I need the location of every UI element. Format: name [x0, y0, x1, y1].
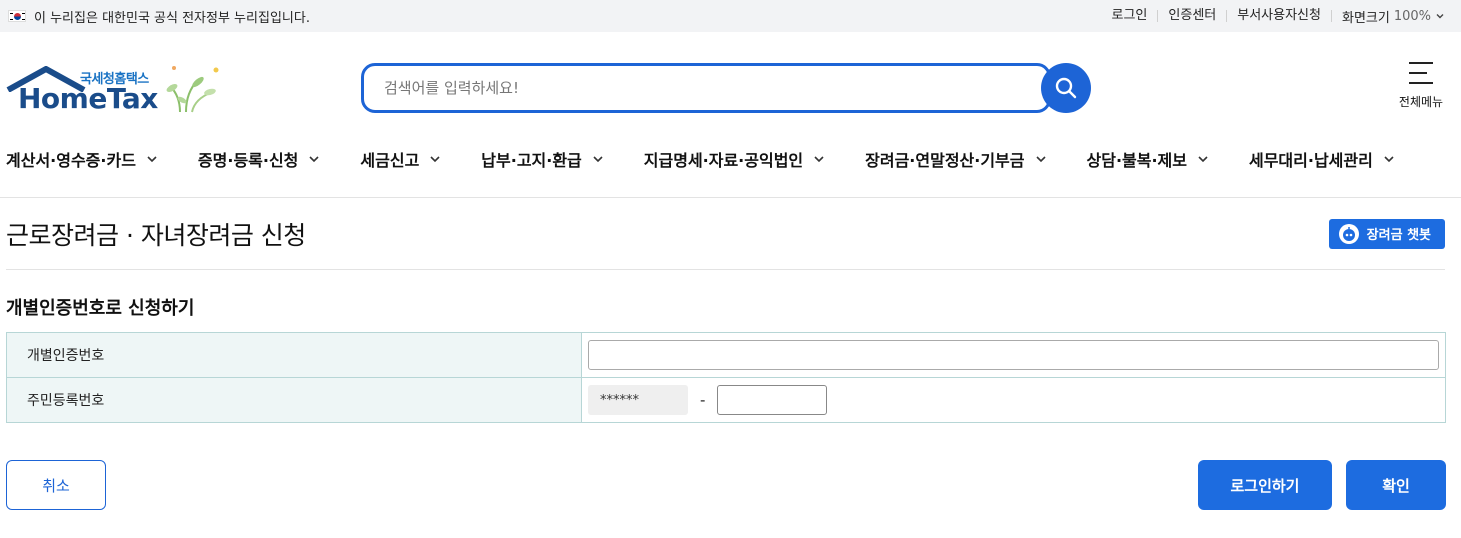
chevron-down-icon — [1198, 155, 1208, 162]
nav-item-label: 장려금·연말정산·기부금 — [865, 150, 1025, 170]
rrn-dash: - — [700, 391, 706, 409]
hometax-logo[interactable]: 국세청홈택스 HomeTax — [6, 62, 221, 118]
form-actions: 취소 로그인하기 확인 — [6, 460, 1446, 510]
top-utility-bar: 이 누리집은 대한민국 공식 전자정부 누리집입니다. 로그인 인증센터 부서사… — [0, 0, 1461, 32]
nav-item-label: 세금신고 — [360, 150, 420, 170]
all-menu-button[interactable]: 전체메뉴 — [1395, 62, 1447, 110]
korean-flag-icon — [8, 10, 26, 22]
search-icon — [1055, 77, 1077, 99]
nav-item-certificate[interactable]: 증명·등록·신청 — [198, 147, 320, 171]
gov-notice-text: 이 누리집은 대한민국 공식 전자정부 누리집입니다. — [34, 10, 310, 26]
nav-item-tax-agent[interactable]: 세무대리·납세관리 — [1249, 147, 1395, 171]
confirm-button[interactable]: 확인 — [1346, 460, 1446, 510]
nav-item-consultation[interactable]: 상담·불복·제보 — [1087, 147, 1209, 171]
cancel-button[interactable]: 취소 — [6, 460, 106, 510]
zoom-value: 100% — [1393, 8, 1431, 24]
hamburger-icon — [1409, 62, 1433, 84]
search-bar — [361, 63, 1091, 113]
main-navigation: 계산서·영수증·카드 증명·등록·신청 세금신고 납부·고지·환급 지급명세·자… — [0, 120, 1461, 198]
application-form-table: 개별인증번호 주민등록번호 ****** - — [6, 332, 1446, 423]
nav-item-label: 증명·등록·신청 — [197, 150, 299, 170]
login-link[interactable]: 로그인 — [1102, 9, 1159, 22]
nav-item-label: 상담·불복·제보 — [1086, 150, 1187, 170]
cert-center-link[interactable]: 인증센터 — [1158, 9, 1228, 22]
chevron-down-icon — [147, 155, 157, 162]
chevron-down-icon — [430, 155, 440, 162]
rrn-front-masked: ****** — [588, 385, 688, 415]
chevron-down-icon — [1035, 155, 1046, 162]
chevron-down-icon — [309, 155, 319, 162]
plant-icon — [166, 66, 219, 113]
nav-item-label: 지급명세·자료·공익법인 — [643, 150, 804, 170]
page-title-bar: 근로장려금 · 자녀장려금 신청 장려금 챗봇 — [6, 198, 1445, 270]
chevron-down-icon — [593, 155, 603, 162]
nav-item-invoice[interactable]: 계산서·영수증·카드 — [6, 147, 158, 171]
nav-item-payment-statement[interactable]: 지급명세·자료·공익법인 — [644, 147, 825, 171]
rrn-cell: ****** - — [581, 377, 1446, 423]
nav-item-incentive[interactable]: 장려금·연말정산·기부금 — [865, 147, 1046, 171]
search-button[interactable] — [1041, 63, 1091, 113]
nav-item-payment[interactable]: 납부·고지·환급 — [481, 147, 603, 171]
chatbot-icon — [1338, 223, 1359, 244]
chevron-down-icon — [814, 155, 824, 162]
page-title: 근로장려금 · 자녀장려금 신청 — [6, 220, 306, 250]
gov-notice: 이 누리집은 대한민국 공식 전자정부 누리집입니다. — [8, 7, 310, 26]
zoom-control[interactable]: 화면크기 100% — [1332, 7, 1445, 26]
auth-number-input[interactable] — [588, 340, 1439, 370]
site-header: 국세청홈택스 HomeTax 전체메뉴 — [0, 32, 1461, 120]
all-menu-label: 전체메뉴 — [1398, 95, 1444, 109]
search-input[interactable] — [384, 79, 984, 97]
rrn-group: ****** - — [588, 385, 1439, 415]
search-box — [361, 63, 1051, 113]
rrn-back-input[interactable] — [717, 385, 828, 415]
login-button[interactable]: 로그인하기 — [1198, 460, 1332, 510]
auth-number-cell — [581, 332, 1446, 378]
dept-user-apply-link[interactable]: 부서사용자신청 — [1227, 9, 1332, 22]
chevron-down-icon — [1384, 155, 1394, 162]
rrn-label: 주민등록번호 — [6, 377, 582, 423]
table-row: 개별인증번호 — [6, 332, 1446, 378]
nav-item-tax-filing[interactable]: 세금신고 — [360, 147, 441, 171]
table-row: 주민등록번호 ****** - — [6, 377, 1446, 423]
chatbot-label: 장려금 챗봇 — [1366, 228, 1431, 243]
chevron-down-icon — [1436, 14, 1444, 19]
logo-english-text: HomeTax — [18, 82, 158, 115]
nav-item-label: 계산서·영수증·카드 — [6, 150, 136, 170]
section-title: 개별인증번호로 신청하기 — [6, 298, 195, 319]
zoom-label: 화면크기 — [1341, 10, 1390, 26]
incentive-chatbot-button[interactable]: 장려금 챗봇 — [1328, 218, 1445, 249]
nav-item-label: 세무대리·납세관리 — [1248, 150, 1373, 170]
utility-links: 로그인 인증센터 부서사용자신청 화면크기 100% — [1102, 7, 1445, 26]
nav-item-label: 납부·고지·환급 — [481, 150, 582, 170]
auth-number-label: 개별인증번호 — [6, 332, 582, 378]
